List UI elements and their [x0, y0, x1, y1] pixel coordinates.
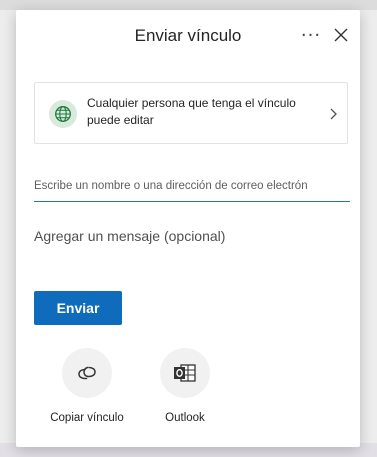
outlook-label: Outlook	[165, 412, 205, 424]
permission-text: Cualquier persona que tenga el vínculo p…	[87, 96, 296, 127]
outlook-button[interactable]	[160, 348, 210, 398]
link-icon	[78, 366, 96, 380]
more-options-button[interactable]: ···	[298, 22, 324, 48]
message-input[interactable]: Agregar un mensaje (opcional)	[34, 228, 350, 252]
background-toolbar	[0, 0, 377, 10]
dialog-header: Enviar vínculo ···	[16, 10, 360, 60]
recipients-input[interactable]: Escribe un nombre o una dirección de cor…	[34, 172, 350, 202]
send-link-dialog: Enviar vínculo ··· Cualquier persona que…	[16, 10, 360, 447]
chevron-right-icon	[330, 108, 337, 120]
copy-link-label: Copiar vínculo	[50, 412, 124, 424]
outlook-option[interactable]: Outlook	[140, 348, 230, 424]
copy-link-option[interactable]: Copiar vínculo	[42, 348, 132, 424]
link-permission-selector[interactable]: Cualquier persona que tenga el vínculo p…	[34, 82, 348, 144]
close-button[interactable]	[328, 22, 354, 48]
close-icon	[334, 28, 348, 42]
more-icon: ···	[300, 24, 322, 46]
globe-icon	[49, 100, 77, 128]
copy-link-button[interactable]	[62, 348, 112, 398]
outlook-icon	[174, 364, 196, 382]
send-button[interactable]: Enviar	[34, 291, 122, 325]
